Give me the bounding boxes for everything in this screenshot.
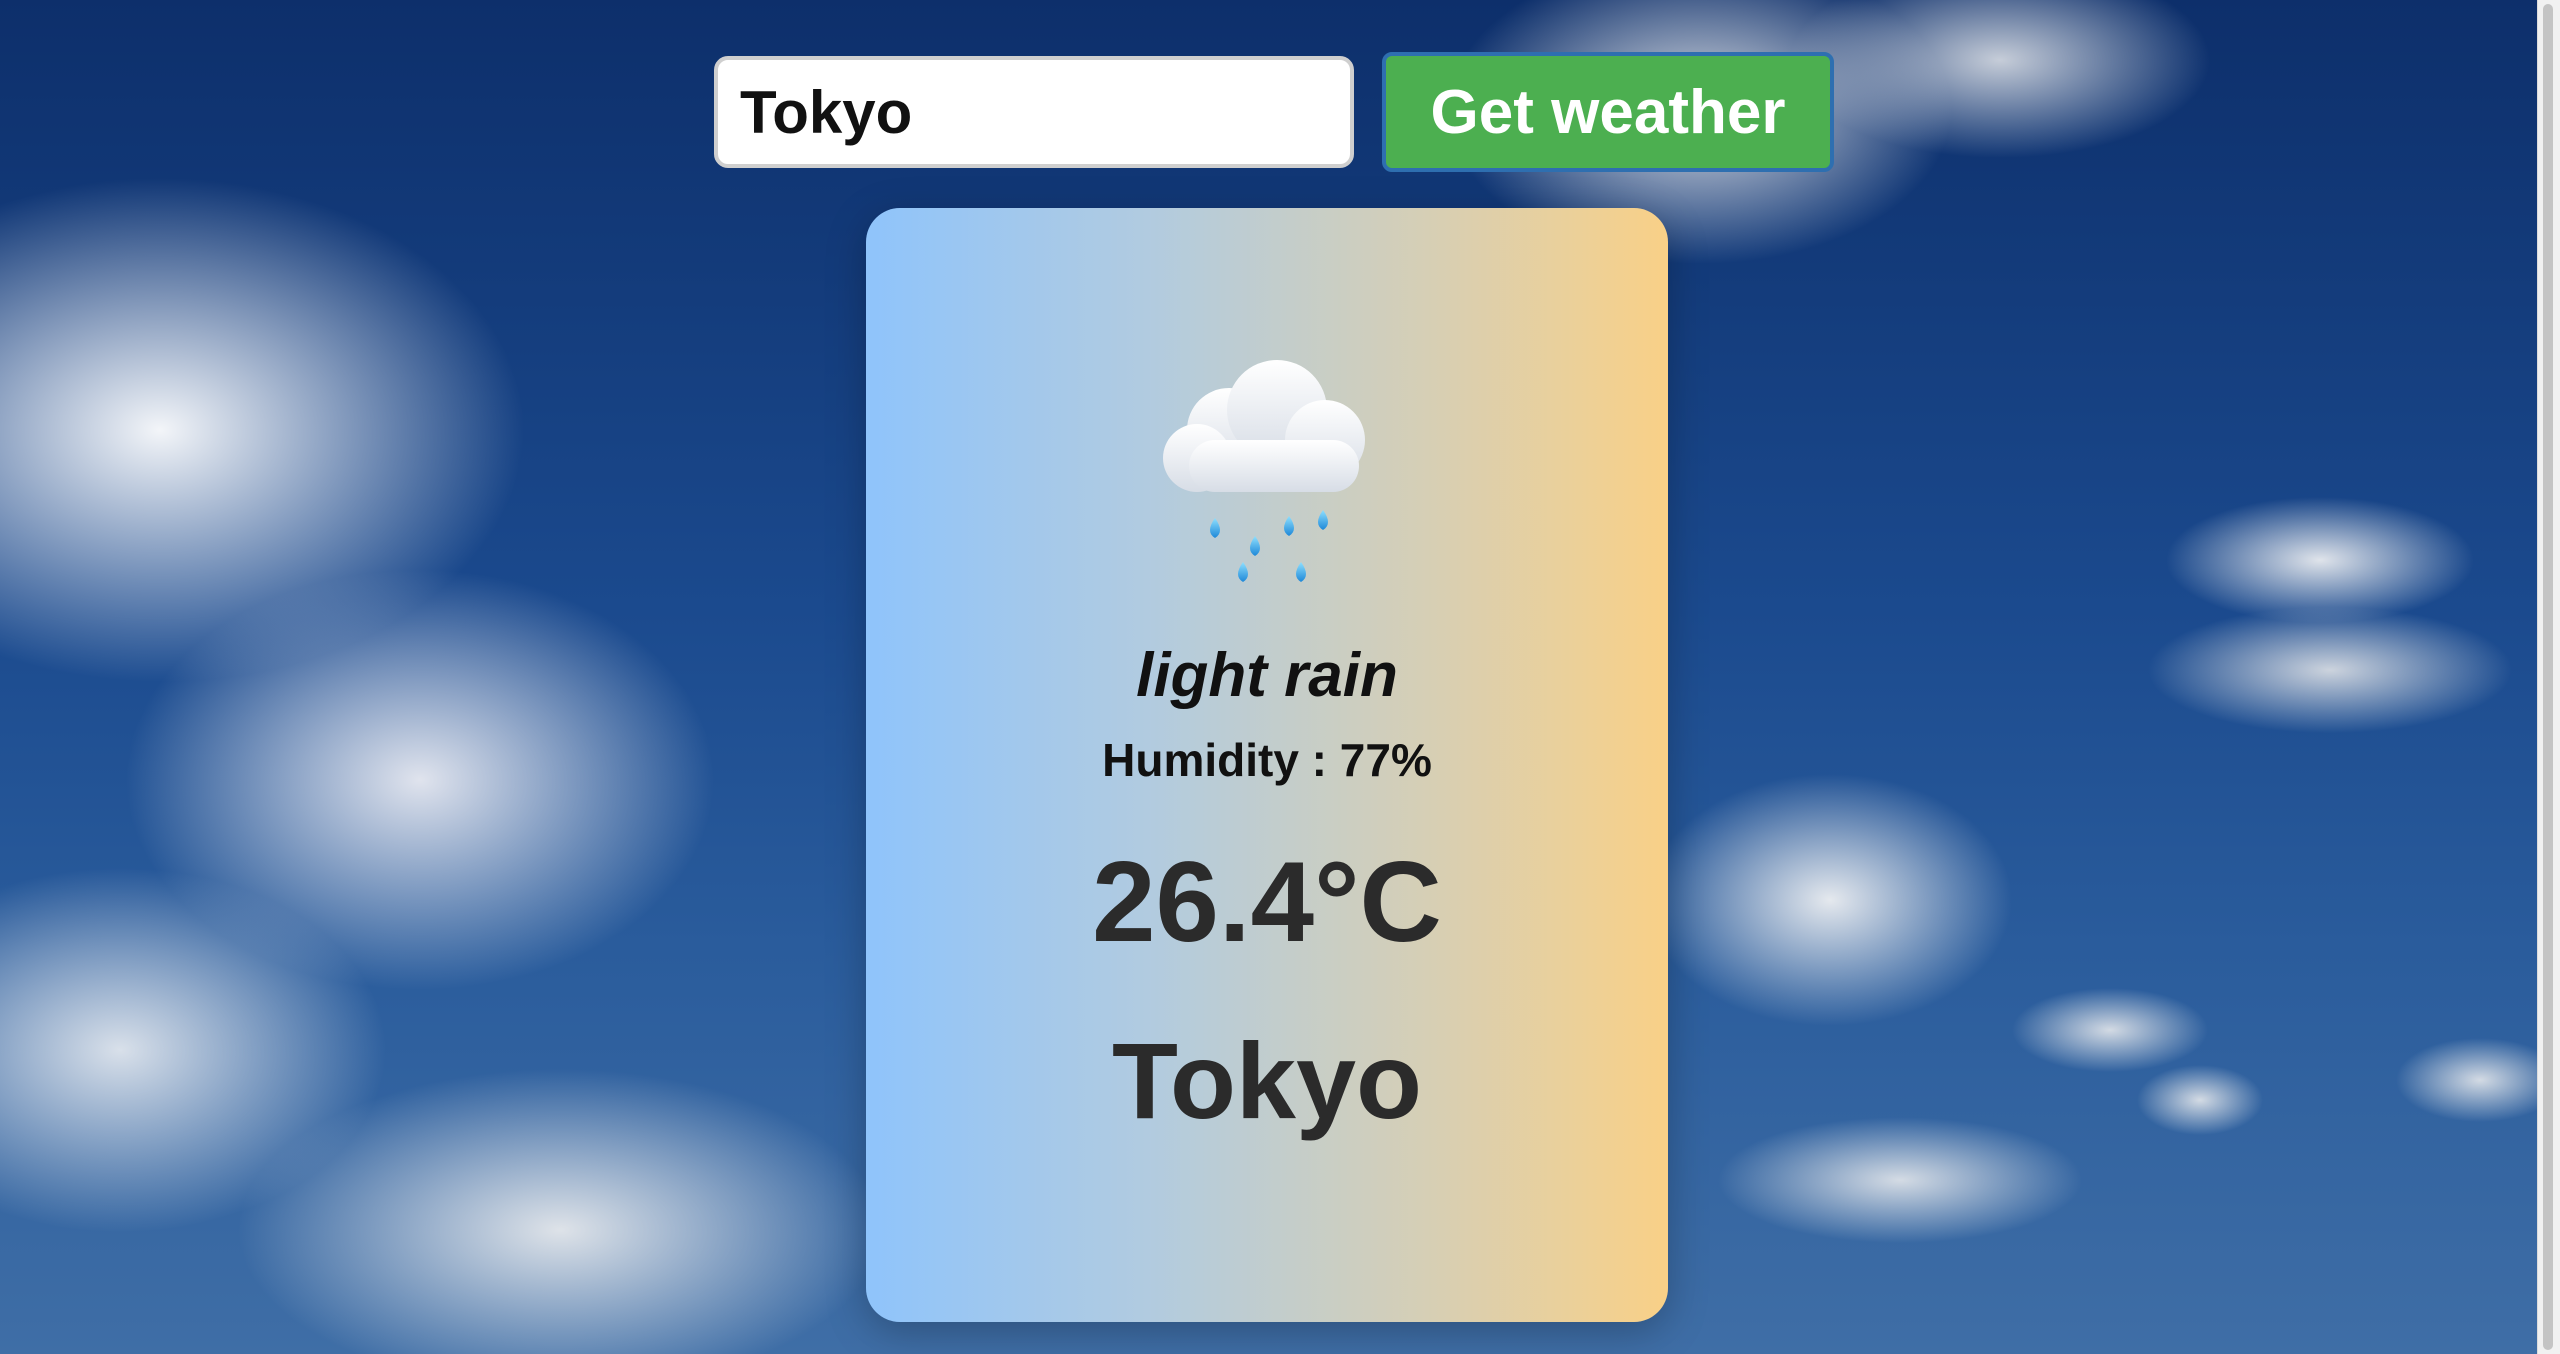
get-weather-button[interactable]: Get weather xyxy=(1382,52,1834,172)
humidity-text: Humidity : 77% xyxy=(1102,734,1432,786)
temperature-value: 26.4°C xyxy=(1092,839,1442,966)
city-search-input[interactable] xyxy=(714,56,1354,168)
rain-cloud-icon xyxy=(1163,360,1365,582)
city-name: Tokyo xyxy=(1111,1020,1423,1141)
vertical-scrollbar[interactable] xyxy=(2537,0,2560,1354)
scrollbar-thumb[interactable] xyxy=(2543,4,2553,1350)
weather-card: light rain Humidity : 77% 26.4°C Tokyo xyxy=(866,208,1668,1322)
search-row: Get weather xyxy=(714,52,1834,172)
weather-description: light rain xyxy=(1136,641,1398,710)
